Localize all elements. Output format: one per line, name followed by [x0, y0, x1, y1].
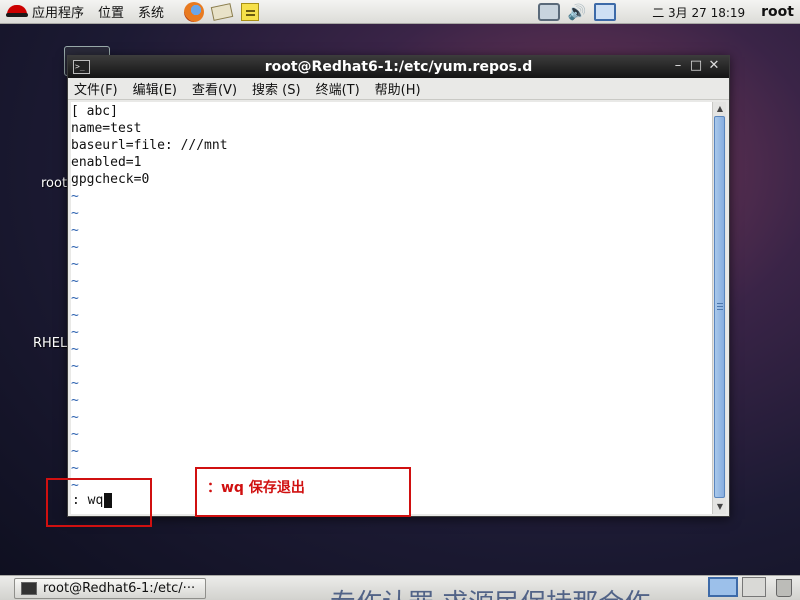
- scroll-down-arrow-icon[interactable]: ▼: [713, 500, 727, 514]
- clock[interactable]: 二 3月 27 18:19: [652, 4, 745, 21]
- file-line: name=test: [71, 121, 142, 136]
- menu-terminal[interactable]: 终端(T): [316, 79, 360, 98]
- terminal-window: >_ root@Redhat6-1:/etc/yum.repos.d – □ ✕…: [67, 55, 730, 517]
- terminal-title: root@Redhat6-1:/etc/yum.repos.d: [264, 59, 533, 75]
- menu-search[interactable]: 搜索 (S): [252, 79, 301, 98]
- grip-icon: [717, 303, 723, 304]
- terminal-content[interactable]: [ abc] name=test baseurl=file: ///mnt en…: [71, 102, 714, 514]
- empty-line-tilde: ~: [71, 376, 79, 391]
- scroll-thumb[interactable]: [714, 116, 725, 498]
- top-panel: 应用程序 位置 系统 🔊 二 3月 27 18:19 root: [0, 0, 800, 24]
- empty-line-tilde: ~: [71, 444, 79, 459]
- terminal-titlebar[interactable]: >_ root@Redhat6-1:/etc/yum.repos.d – □ ✕: [68, 56, 729, 78]
- file-line: [ abc]: [71, 104, 118, 119]
- taskbar-item-terminal[interactable]: root@Redhat6-1:/etc/···: [14, 578, 206, 599]
- annotation-callout: ：wq 保存退出: [195, 467, 411, 517]
- menu-view[interactable]: 查看(V): [192, 79, 237, 98]
- empty-line-tilde: ~: [71, 240, 79, 255]
- desktop-home-label[interactable]: root: [41, 176, 67, 191]
- terminal-icon: >_: [73, 60, 90, 74]
- volume-icon[interactable]: 🔊: [566, 3, 588, 21]
- empty-line-tilde: ~: [71, 410, 79, 425]
- close-button[interactable]: ✕: [705, 58, 723, 73]
- firefox-icon: [184, 1, 205, 22]
- editor-buffer[interactable]: [ abc] name=test baseurl=file: ///mnt en…: [71, 102, 714, 494]
- annotation-text: ：wq 保存退出: [207, 480, 305, 496]
- empty-line-tilde: ~: [71, 274, 79, 289]
- applications-menu[interactable]: 应用程序: [0, 2, 84, 21]
- redhat-logo-icon: [6, 3, 28, 21]
- notes-launcher[interactable]: [238, 0, 262, 24]
- file-line: enabled=1: [71, 155, 142, 170]
- workspace-1[interactable]: [708, 577, 738, 597]
- empty-line-tilde: ~: [71, 291, 79, 306]
- empty-line-tilde: ~: [71, 427, 79, 442]
- empty-line-tilde: ~: [71, 206, 79, 221]
- places-menu[interactable]: 位置: [98, 2, 124, 21]
- command-highlight-box: [46, 478, 152, 527]
- file-line: gpgcheck=0: [71, 172, 150, 187]
- display-icon[interactable]: [594, 3, 617, 21]
- network-icon[interactable]: [538, 3, 561, 21]
- empty-line-tilde: ~: [71, 223, 79, 238]
- menu-edit[interactable]: 编辑(E): [133, 79, 177, 98]
- taskbar-item-label: root@Redhat6-1:/etc/···: [43, 581, 196, 596]
- notes-icon: [241, 2, 260, 21]
- empty-line-tilde: ~: [71, 393, 79, 408]
- file-line: baseurl=file: ///mnt: [71, 138, 228, 153]
- menu-help[interactable]: 帮助(H): [375, 79, 421, 98]
- firefox-launcher[interactable]: [182, 0, 206, 24]
- system-menu[interactable]: 系统: [138, 2, 164, 21]
- workspace-2[interactable]: [742, 577, 766, 597]
- terminal-icon: [21, 582, 37, 595]
- user-menu[interactable]: root: [761, 4, 794, 20]
- mail-launcher[interactable]: [210, 0, 234, 24]
- empty-line-tilde: ~: [71, 342, 79, 357]
- minimize-button[interactable]: –: [669, 58, 687, 73]
- empty-line-tilde: ~: [71, 257, 79, 272]
- empty-line-tilde: ~: [71, 189, 79, 204]
- empty-line-tilde: ~: [71, 325, 79, 340]
- terminal-menubar: 文件(F) 编辑(E) 查看(V) 搜索 (S) 终端(T) 帮助(H): [68, 78, 729, 100]
- vertical-scrollbar[interactable]: ▲ ▼: [712, 102, 726, 514]
- trash-icon[interactable]: [776, 579, 792, 597]
- empty-line-tilde: ~: [71, 359, 79, 374]
- menu-file[interactable]: 文件(F): [74, 79, 118, 98]
- watermark-text: 专作认罪 求源民保持那合作: [330, 583, 650, 600]
- system-tray: 🔊 二 3月 27 18:19 root: [538, 0, 800, 24]
- mail-icon: [210, 2, 234, 21]
- scroll-up-arrow-icon[interactable]: ▲: [713, 102, 727, 116]
- applications-menu-label: 应用程序: [32, 6, 85, 21]
- empty-line-tilde: ~: [71, 308, 79, 323]
- maximize-button[interactable]: □: [687, 58, 705, 73]
